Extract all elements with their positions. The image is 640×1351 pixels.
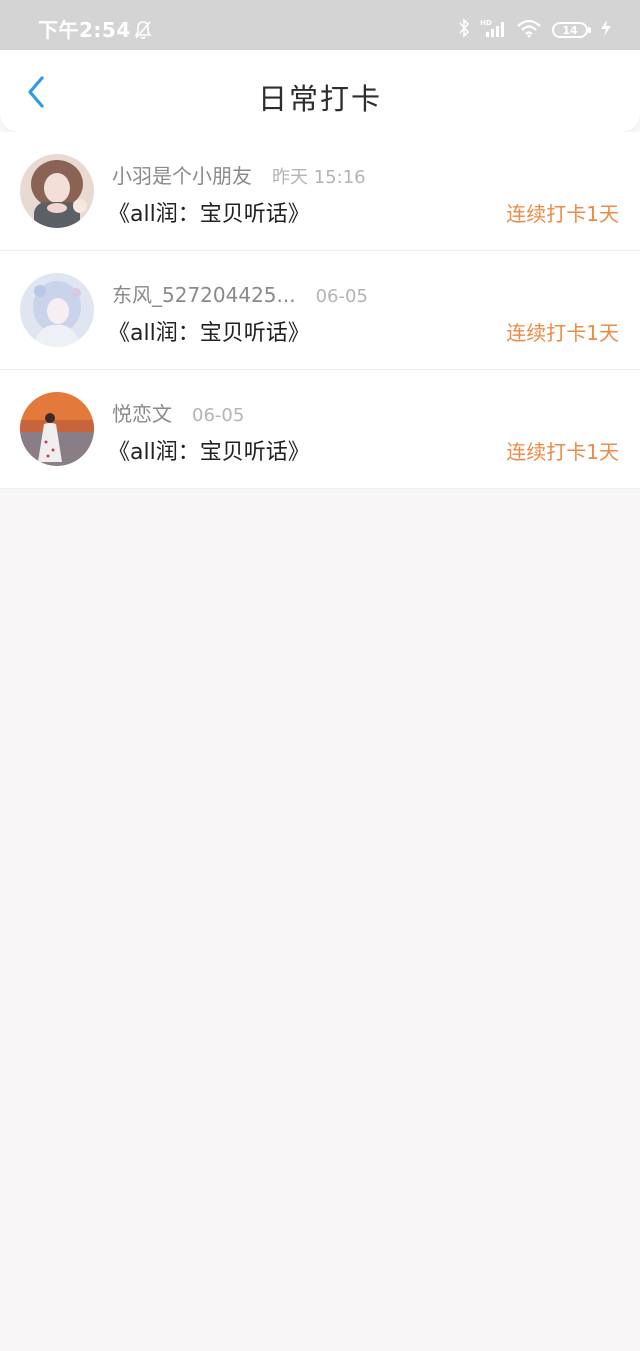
- checkin-list: 小羽是个小朋友 昨天 15:16 《all润：宝贝听话》 连续打卡1天 东风_5…: [0, 132, 640, 489]
- hd-signal-icon: HD: [480, 18, 506, 42]
- book-title[interactable]: 《all润：宝贝听话》: [108, 434, 310, 466]
- username[interactable]: 东风_527204425...: [112, 279, 296, 308]
- checkin-item[interactable]: 东风_527204425... 06-05 《all润：宝贝听话》 连续打卡1天: [0, 251, 640, 370]
- status-bar: 下午2:54 HD 14: [0, 0, 640, 50]
- timestamp: 昨天 15:16: [272, 167, 366, 188]
- streak-label: 连续打卡1天: [506, 440, 619, 464]
- checkin-item[interactable]: 小羽是个小朋友 昨天 15:16 《all润：宝贝听话》 连续打卡1天: [0, 132, 640, 251]
- svg-text:HD: HD: [480, 19, 492, 27]
- bell-muted-icon: [133, 20, 153, 44]
- username[interactable]: 小羽是个小朋友: [112, 160, 252, 189]
- avatar[interactable]: [20, 392, 94, 466]
- username[interactable]: 悦恋文: [112, 398, 172, 427]
- wifi-icon: [516, 18, 542, 42]
- streak-label: 连续打卡1天: [506, 202, 619, 226]
- avatar[interactable]: [20, 273, 94, 347]
- charging-icon: [598, 18, 614, 42]
- timestamp: 06-05: [315, 286, 368, 307]
- page-title: 日常打卡: [257, 82, 382, 116]
- status-icons: HD 14: [458, 18, 614, 42]
- checkin-meta: 小羽是个小朋友 昨天 15:16: [112, 160, 366, 189]
- battery-level: 14: [562, 23, 578, 37]
- checkin-meta: 悦恋文 06-05: [112, 398, 244, 427]
- status-time: 下午2:54: [38, 18, 131, 42]
- timestamp: 06-05: [192, 405, 245, 426]
- bluetooth-icon: [458, 18, 470, 42]
- book-title[interactable]: 《all润：宝贝听话》: [108, 196, 310, 228]
- battery-icon: 14: [552, 22, 591, 38]
- header: 日常打卡: [0, 50, 640, 132]
- avatar[interactable]: [20, 154, 94, 228]
- book-title[interactable]: 《all润：宝贝听话》: [108, 315, 310, 347]
- checkin-meta: 东风_527204425... 06-05: [112, 279, 368, 308]
- checkin-item[interactable]: 悦恋文 06-05 《all润：宝贝听话》 连续打卡1天: [0, 370, 640, 489]
- streak-label: 连续打卡1天: [506, 321, 619, 345]
